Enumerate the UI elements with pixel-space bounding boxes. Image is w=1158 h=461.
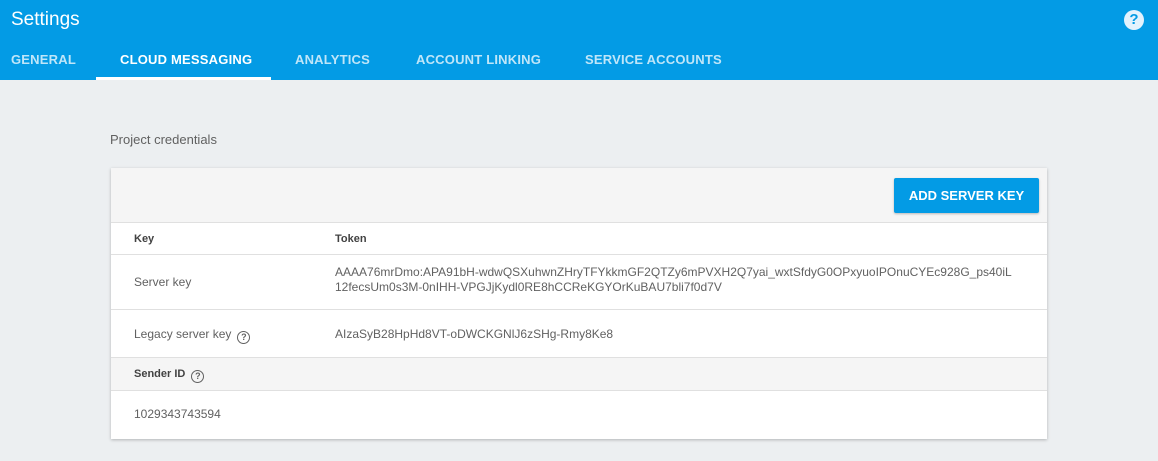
sender-id-value[interactable]: 1029343743594 bbox=[134, 407, 221, 421]
legacy-server-key-token[interactable]: AIzaSyB28HpHd8VT-oDWCKGNlJ6zSHg-Rmy8Ke8 bbox=[335, 327, 613, 341]
server-key-label: Server key bbox=[134, 275, 192, 289]
server-key-token[interactable]: AAAA76mrDmo:APA91bH-wdwQSXuhwnZHryTFYkkm… bbox=[335, 265, 1015, 295]
app-bar: Settings ? GENERAL CLOUD MESSAGING ANALY… bbox=[0, 0, 1158, 80]
column-header-key: Key bbox=[134, 233, 155, 245]
sender-id-label: Sender ID bbox=[134, 368, 186, 380]
help-icon[interactable]: ? bbox=[1124, 10, 1144, 30]
tab-general[interactable]: GENERAL bbox=[11, 40, 76, 80]
table-row: Legacy server key? AIzaSyB28HpHd8VT-oDWC… bbox=[111, 310, 1047, 358]
table-header: Key Token bbox=[111, 223, 1047, 255]
legacy-server-key-label: Legacy server key bbox=[134, 327, 232, 341]
tab-service-accounts[interactable]: SERVICE ACCOUNTS bbox=[585, 40, 722, 80]
table-row: Server key AAAA76mrDmo:APA91bH-wdwQSXuhw… bbox=[111, 255, 1047, 310]
section-title: Project credentials bbox=[110, 132, 217, 147]
active-tab-indicator bbox=[96, 77, 271, 80]
column-header-token: Token bbox=[335, 233, 367, 245]
page-title: Settings bbox=[11, 9, 80, 30]
sender-id-header: Sender ID? bbox=[111, 358, 1047, 391]
tab-bar: GENERAL CLOUD MESSAGING ANALYTICS ACCOUN… bbox=[0, 40, 1158, 80]
tab-analytics[interactable]: ANALYTICS bbox=[295, 40, 370, 80]
tab-account-linking[interactable]: ACCOUNT LINKING bbox=[416, 40, 541, 80]
add-server-key-button[interactable]: ADD SERVER KEY bbox=[894, 178, 1039, 213]
tab-cloud-messaging[interactable]: CLOUD MESSAGING bbox=[120, 40, 252, 80]
card-toolbar: ADD SERVER KEY bbox=[111, 168, 1047, 223]
credentials-card: ADD SERVER KEY Key Token Server key AAAA… bbox=[111, 168, 1047, 439]
help-circle-icon[interactable]: ? bbox=[237, 331, 251, 344]
help-circle-icon[interactable]: ? bbox=[191, 370, 205, 383]
sender-id-row: 1029343743594 bbox=[111, 391, 1047, 439]
